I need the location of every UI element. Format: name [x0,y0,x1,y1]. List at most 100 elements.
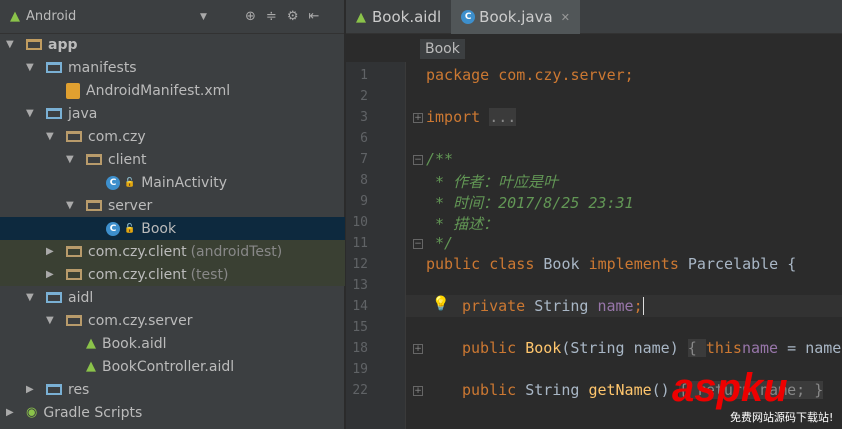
code-line[interactable]: * 描述： [426,213,498,234]
gear-icon[interactable]: ⚙ [287,9,299,24]
tree-item[interactable]: ▶ com.czy.client (test) [0,263,345,286]
tree-item-label: client [108,151,147,168]
line-number: 19 [352,362,368,377]
manifest-icon [66,82,80,99]
expand-arrow-icon[interactable]: ▼ [66,154,78,165]
collapse-arrow-icon[interactable]: ▶ [46,246,58,257]
breadcrumb[interactable]: Book [420,39,465,59]
code-line[interactable]: * 时间：2017/8/25 23:31 [426,192,634,213]
expand-arrow-icon[interactable]: ▼ [46,315,58,326]
line-number: 22 [352,383,368,398]
tree-item-label: BookController.aidl [102,358,235,375]
fold-plus-icon[interactable]: + [413,386,423,396]
project-view-select[interactable]: Android [26,9,76,24]
line-number: 18 [352,341,368,356]
tree-item-suffix: (test) [190,266,229,283]
tree-item-label: com.czy.client [88,266,187,283]
locate-icon[interactable]: ⊕ [245,9,256,24]
code-line[interactable]: public class Book implements Parcelable … [426,255,796,273]
line-number: 11 [352,236,368,251]
line-number: 2 [360,89,368,104]
android-icon: ▲ [86,359,96,374]
tree-item[interactable]: ▶ res [0,378,345,401]
tree-item[interactable]: ▼ com.czy [0,125,345,148]
tree-item[interactable]: AndroidManifest.xml [0,79,345,102]
collapse-arrow-icon[interactable]: ▶ [6,407,18,418]
folder-icon [46,108,62,119]
tree-item-label: app [48,36,78,53]
fold-minus-icon[interactable]: − [413,155,423,165]
collapse-arrow-icon[interactable]: ▶ [46,269,58,280]
tab-book-aidl[interactable]: ▲ Book.aidl [346,0,451,34]
expand-arrow-icon[interactable]: ▼ [46,131,58,142]
tree-item[interactable]: ▼ aidl [0,286,345,309]
class-icon: C [106,221,120,236]
tree-item[interactable]: ▼ app [0,33,345,56]
line-number: 1 [360,68,368,83]
tree-item[interactable]: ▼ com.czy.server [0,309,345,332]
code-line[interactable]: package com.czy.server; [426,66,634,84]
expand-arrow-icon[interactable]: ▼ [26,108,38,119]
line-number: 7 [360,152,368,167]
tree-item-label: java [68,105,98,122]
close-icon[interactable]: ✕ [561,11,570,24]
fold-plus-icon[interactable]: + [413,113,423,123]
android-icon: ▲ [356,9,366,25]
module-icon [26,39,42,50]
code-line[interactable]: public Book(String name) { thisname = na… [462,339,841,357]
tree-item-suffix: (androidTest) [190,243,283,260]
class-icon: C [106,175,120,190]
tree-item[interactable]: ▲ BookController.aidl [0,355,345,378]
tree-item[interactable]: ▶ com.czy.client (androidTest) [0,240,345,263]
watermark-logo: aspku [672,366,788,410]
line-number: 3 [360,110,368,125]
tree-item[interactable]: ▼ java [0,102,345,125]
hide-icon[interactable]: ⇤ [308,9,319,24]
expand-arrow-icon[interactable]: ▼ [26,62,38,73]
tree-item-label: MainActivity [141,174,227,191]
collapse-arrow-icon[interactable]: ▶ [26,384,38,395]
expand-arrow-icon[interactable]: ▼ [66,200,78,211]
code-line[interactable]: /** [426,150,453,168]
tree-item[interactable]: ▲ Book.aidl [0,332,345,355]
package-icon [66,315,82,326]
package-icon [86,154,102,165]
editor-tabs: ▲ Book.aidl C Book.java ✕ [346,0,842,34]
project-panel: ▲ Android ▼ ⊕ ≑ ⚙ ⇤ ▼ app ▼ manifests AndroidMa… [0,0,345,429]
code-line[interactable]: * 作者：叶应是叶 [426,171,558,192]
lightbulb-icon[interactable]: 💡 [432,296,449,312]
line-number: 6 [360,131,368,146]
tree-item-label: server [108,197,153,214]
tree-item[interactable]: ▼ manifests [0,56,345,79]
tree-item-label: AndroidManifest.xml [86,82,231,99]
android-icon: ▲ [10,9,20,24]
line-number: 14 [352,299,368,314]
package-icon [66,246,82,257]
fold-plus-icon[interactable]: + [413,344,423,354]
tree-item-label: res [68,381,90,398]
project-view-header: ▲ Android ▼ ⊕ ≑ ⚙ ⇤ [0,0,344,34]
package-icon [66,131,82,142]
tree-item[interactable]: C 🔓 Book [0,217,345,240]
fold-minus-icon[interactable]: − [413,239,423,249]
line-number: 9 [360,194,368,209]
package-icon [86,200,102,211]
tree-item-label: com.czy.client [88,243,187,260]
tree-item[interactable]: ▼ server [0,194,345,217]
tree-item[interactable]: ▼ client [0,148,345,171]
chevron-down-icon[interactable]: ▼ [200,12,207,22]
tree-item-label: aidl [68,289,94,306]
expand-arrow-icon[interactable]: ▼ [6,39,18,50]
package-icon [66,269,82,280]
expand-arrow-icon[interactable]: ▼ [26,292,38,303]
tree-item[interactable]: ▶ ◉ Gradle Scripts [0,401,345,424]
tree-item[interactable]: C 🔓 MainActivity [0,171,345,194]
code-line[interactable]: import ... [426,108,517,126]
tree-item-label: Book.aidl [102,335,167,352]
tree-item-label: com.czy.server [88,312,193,329]
code-line[interactable]: private String name; [462,297,644,315]
collapse-icon[interactable]: ≑ [266,9,277,24]
code-line[interactable]: */ [426,234,453,252]
line-number: 15 [352,320,368,335]
tab-book-java[interactable]: C Book.java ✕ [451,0,580,34]
